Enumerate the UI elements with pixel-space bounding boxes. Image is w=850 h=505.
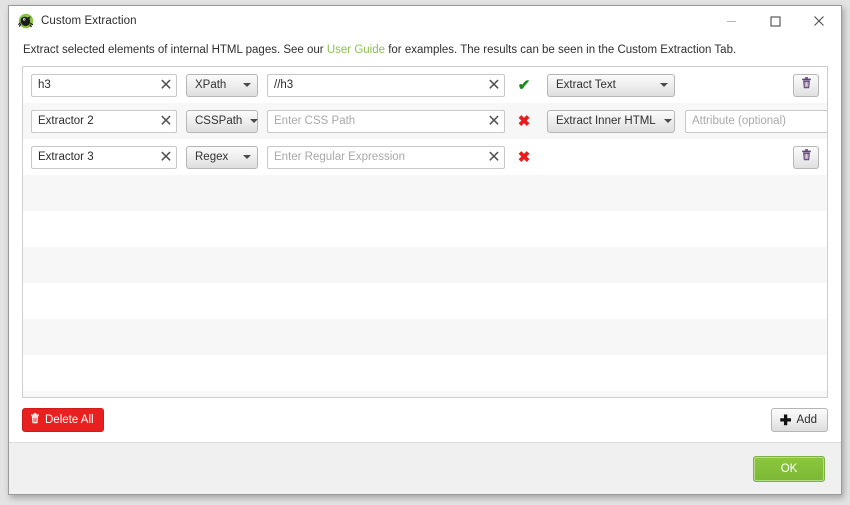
status-badge-invalid: ✖ bbox=[517, 112, 531, 130]
extractor-expression-input[interactable] bbox=[268, 110, 504, 132]
maximize-button[interactable] bbox=[753, 7, 797, 36]
chevron-down-icon bbox=[660, 83, 668, 88]
extractor-action-select[interactable]: Extract Inner HTML bbox=[547, 109, 675, 133]
dialog-description: Extract selected elements of internal HT… bbox=[9, 36, 841, 67]
extractor-type-select[interactable]: XPath bbox=[186, 73, 258, 97]
status-badge-valid: ✔ bbox=[517, 76, 531, 94]
trash-icon bbox=[801, 76, 812, 94]
empty-row bbox=[23, 175, 827, 212]
description-text-before: Extract selected elements of internal HT… bbox=[23, 44, 327, 56]
empty-row bbox=[23, 319, 827, 356]
chevron-down-icon bbox=[250, 119, 259, 124]
trash-icon bbox=[801, 148, 812, 166]
description-text-after: for examples. The results can be seen in… bbox=[385, 44, 737, 56]
plus-icon: ✚ bbox=[779, 412, 792, 428]
extractor-expression-input[interactable] bbox=[268, 74, 504, 96]
extractor-name-field[interactable]: ✕ bbox=[31, 73, 177, 97]
chevron-down-icon bbox=[243, 155, 251, 160]
user-guide-link[interactable]: User Guide bbox=[327, 44, 385, 56]
extractor-name-input[interactable] bbox=[32, 74, 176, 96]
extractor-type-label: XPath bbox=[195, 79, 227, 92]
empty-row bbox=[23, 283, 827, 320]
clear-icon[interactable]: ✕ bbox=[159, 113, 172, 130]
delete-all-button[interactable]: Delete All bbox=[22, 408, 104, 432]
extractor-expression-field[interactable]: ✕ bbox=[267, 109, 505, 133]
extractor-action-select[interactable]: Extract Text bbox=[547, 73, 675, 97]
extractor-expression-input[interactable] bbox=[268, 146, 504, 168]
status-badge-invalid: ✖ bbox=[517, 148, 531, 166]
window-title: Custom Extraction bbox=[41, 15, 137, 27]
desktop-background: Custom Extraction Extract selected eleme… bbox=[0, 0, 850, 505]
delete-row-button[interactable] bbox=[793, 73, 819, 97]
add-extractor-button[interactable]: ✚ Add bbox=[770, 408, 828, 432]
extractor-action-label: Extract Inner HTML bbox=[556, 115, 656, 128]
empty-row bbox=[23, 391, 827, 397]
extractor-expression-field[interactable]: ✕ bbox=[267, 145, 505, 169]
extractors-table: ✕ XPath ✕ ✔ Extract Text bbox=[22, 66, 828, 398]
empty-row bbox=[23, 211, 827, 248]
extractor-type-select[interactable]: CSSPath bbox=[186, 109, 259, 133]
dialog-footer: OK bbox=[9, 442, 841, 494]
clear-icon[interactable]: ✕ bbox=[159, 149, 172, 166]
extractor-attribute-input[interactable] bbox=[686, 110, 827, 132]
window-titlebar[interactable]: Custom Extraction bbox=[9, 6, 841, 36]
clear-icon[interactable]: ✕ bbox=[487, 77, 500, 94]
screaming-frog-icon bbox=[18, 13, 34, 29]
close-button[interactable] bbox=[797, 7, 841, 36]
extractor-type-label: CSSPath bbox=[195, 115, 243, 128]
minimize-icon bbox=[726, 16, 737, 27]
extractor-name-field[interactable]: ✕ bbox=[31, 109, 177, 133]
ok-button[interactable]: OK bbox=[753, 455, 825, 482]
empty-rows-area bbox=[23, 175, 827, 397]
maximize-icon bbox=[769, 15, 781, 27]
close-icon bbox=[813, 15, 825, 27]
delete-row-button[interactable] bbox=[793, 145, 819, 169]
minimize-button[interactable] bbox=[709, 7, 753, 36]
table-row: ✕ Regex ✕ ✖ bbox=[23, 139, 827, 176]
chevron-down-icon bbox=[663, 119, 672, 124]
table-row: ✕ CSSPath ✕ ✖ Extract Inner HTML bbox=[23, 103, 827, 140]
table-row: ✕ XPath ✕ ✔ Extract Text bbox=[23, 67, 827, 104]
add-label: Add bbox=[796, 414, 817, 426]
dialog-action-bar: Delete All ✚ Add bbox=[22, 398, 828, 442]
empty-row bbox=[23, 355, 827, 392]
extractor-name-field[interactable]: ✕ bbox=[31, 145, 177, 169]
extractor-type-select[interactable]: Regex bbox=[186, 145, 258, 169]
extractor-name-input[interactable] bbox=[32, 110, 176, 132]
delete-all-label: Delete All bbox=[45, 414, 94, 426]
window-controls bbox=[709, 6, 841, 36]
trash-icon bbox=[30, 413, 40, 427]
clear-icon[interactable]: ✕ bbox=[487, 149, 500, 166]
extractor-expression-field[interactable]: ✕ bbox=[267, 73, 505, 97]
extractor-attribute-field[interactable] bbox=[685, 109, 827, 133]
empty-row bbox=[23, 247, 827, 284]
ok-label: OK bbox=[780, 462, 798, 475]
extractor-type-label: Regex bbox=[195, 151, 229, 164]
clear-icon[interactable]: ✕ bbox=[487, 113, 500, 130]
custom-extraction-dialog: Custom Extraction Extract selected eleme… bbox=[8, 5, 842, 495]
extractor-action-label: Extract Text bbox=[556, 79, 616, 92]
extractor-name-input[interactable] bbox=[32, 146, 176, 168]
chevron-down-icon bbox=[243, 83, 251, 88]
clear-icon[interactable]: ✕ bbox=[159, 77, 172, 94]
